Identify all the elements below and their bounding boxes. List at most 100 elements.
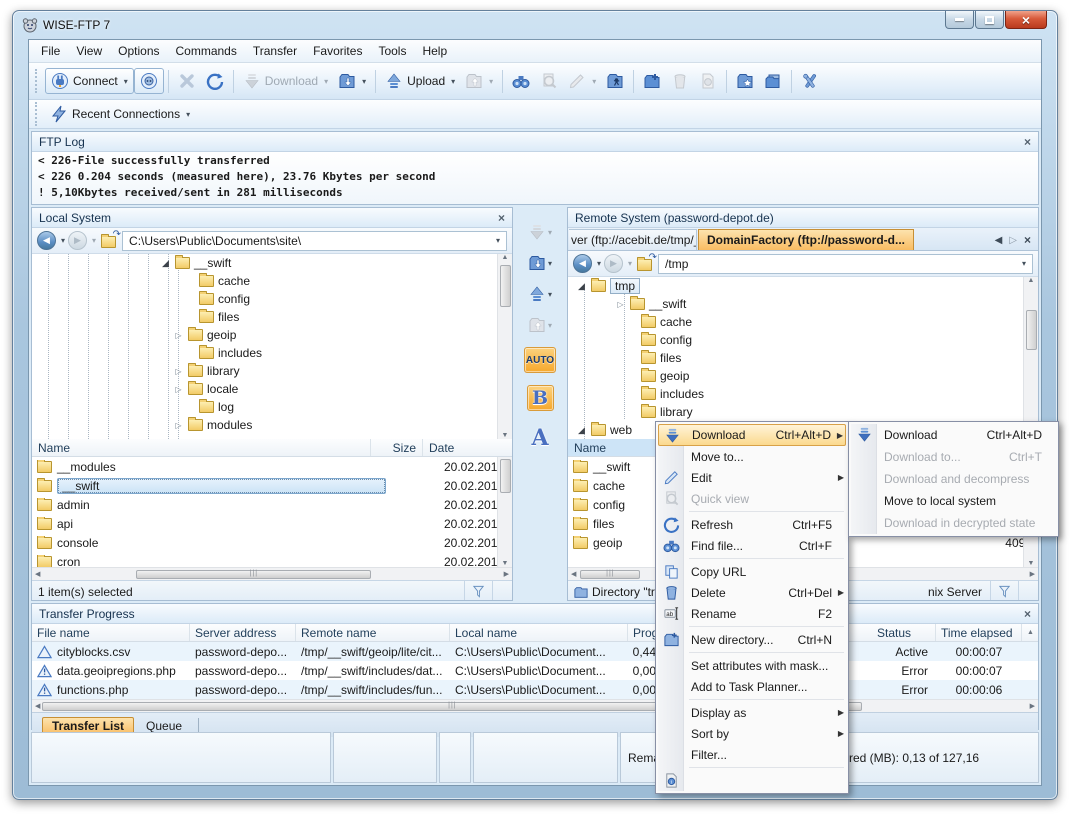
- expander-expanded-icon[interactable]: ◢: [160, 258, 171, 269]
- menu-item-properties[interactable]: i: [658, 770, 846, 791]
- menu-favorites[interactable]: Favorites: [305, 41, 370, 61]
- scroll-down-icon[interactable]: ▼: [1028, 560, 1035, 567]
- expander-collapsed-icon[interactable]: ▷: [615, 300, 626, 309]
- column-name[interactable]: Name: [32, 439, 371, 456]
- transfer-manager-button[interactable]: [759, 69, 787, 93]
- menu-item-display-as[interactable]: Display as▶: [658, 702, 846, 723]
- menu-item-add-to-task-planner[interactable]: Add to Task Planner...: [658, 676, 846, 697]
- ftp-log-body[interactable]: < 226-File successfully transferred < 22…: [32, 152, 1038, 204]
- chevron-down-icon[interactable]: ▾: [628, 259, 632, 268]
- upload-selected-button[interactable]: ▾: [528, 285, 552, 303]
- recent-connections-button[interactable]: Recent Connections▾: [45, 102, 195, 126]
- menu-item-delete[interactable]: DeleteCtrl+Del▶: [658, 582, 846, 603]
- tree-node[interactable]: config: [568, 331, 1038, 349]
- tree-node[interactable]: geoip: [568, 367, 1038, 385]
- column-date[interactable]: Date: [423, 439, 497, 456]
- menu-item-rename[interactable]: ab RenameF2: [658, 603, 846, 624]
- list-item[interactable]: __modules20.02.2011: [32, 457, 512, 476]
- list-item-selected[interactable]: __swift20.02.2011: [32, 476, 512, 495]
- ftp-log-close-icon[interactable]: ×: [1024, 135, 1031, 149]
- local-list-scrollbar[interactable]: ▼: [497, 457, 512, 567]
- find-button[interactable]: [507, 69, 535, 93]
- scroll-right-icon[interactable]: ▶: [504, 570, 509, 578]
- remote-tree[interactable]: ◢tmp ▷__swift cache config files geoip i…: [568, 277, 1038, 439]
- remote-tab-acebit[interactable]: ver (ftp://acebit.de/tmp/__s...: [569, 229, 697, 250]
- transfer-hscrollbar[interactable]: ◀▶: [32, 699, 1038, 712]
- tree-node[interactable]: ▷library: [32, 362, 512, 380]
- ascii-mode-button[interactable]: A: [531, 425, 548, 451]
- menu-item-download[interactable]: DownloadCtrl+Alt+D▶: [658, 424, 846, 446]
- scrollbar-thumb[interactable]: [500, 265, 511, 307]
- download-selected-button[interactable]: ▾: [528, 223, 552, 241]
- forward-button[interactable]: ▶: [604, 254, 623, 273]
- remote-tree-scrollbar[interactable]: ▲▼: [1023, 277, 1038, 439]
- abort-button[interactable]: [173, 69, 201, 93]
- transfer-close-icon[interactable]: ×: [1024, 607, 1031, 621]
- filter-cell[interactable]: [990, 581, 1018, 601]
- new-folder-button[interactable]: [638, 69, 666, 93]
- chevron-down-icon[interactable]: ▾: [597, 259, 601, 268]
- tree-node[interactable]: log: [32, 398, 512, 416]
- submenu-item-download-and-decompress[interactable]: Download and decompress: [851, 468, 1056, 490]
- column-time-elapsed[interactable]: Time elapsed: [936, 624, 1022, 641]
- submenu-item-move-to-local-system[interactable]: Move to local system: [851, 490, 1056, 512]
- upload-folder-button[interactable]: ▾: [460, 69, 498, 93]
- menu-tools[interactable]: Tools: [370, 41, 414, 61]
- expander-expanded-icon[interactable]: ◢: [576, 281, 587, 292]
- binary-mode-button[interactable]: B: [527, 385, 554, 411]
- scrollbar-thumb[interactable]: [1026, 310, 1037, 350]
- menu-item-set-attributes[interactable]: Set attributes with mask...: [658, 655, 846, 676]
- refresh-button[interactable]: [201, 69, 229, 93]
- menu-item-quick-view[interactable]: Quick view: [658, 488, 846, 509]
- tab-scroll-left-icon[interactable]: ◀: [995, 235, 1003, 246]
- column-file-name[interactable]: File name: [32, 624, 190, 641]
- maximize-button[interactable]: [975, 11, 1004, 29]
- scrollbar-thumb[interactable]: [500, 459, 511, 493]
- title-bar[interactable]: WISE-FTP 7 ×: [13, 11, 1057, 39]
- tab-scroll-right-icon[interactable]: ▷: [1009, 235, 1017, 246]
- menu-item-copy-url[interactable]: Copy URL: [658, 561, 846, 582]
- scroll-down-icon[interactable]: ▼: [502, 432, 509, 439]
- connect-button[interactable]: Connect▾: [45, 68, 134, 94]
- scroll-left-icon[interactable]: ◀: [35, 702, 40, 710]
- menu-item-find-file[interactable]: Find file...Ctrl+F: [658, 535, 846, 556]
- column-server-address[interactable]: Server address: [190, 624, 296, 641]
- expander-collapsed-icon[interactable]: ▷: [173, 331, 184, 340]
- settings-button[interactable]: [796, 69, 824, 93]
- transfer-row[interactable]: cityblocks.csv password-depo... /tmp/__s…: [32, 642, 1038, 661]
- menu-commands[interactable]: Commands: [168, 41, 245, 61]
- tree-node[interactable]: ▷modules: [32, 416, 512, 434]
- favorites-button[interactable]: [731, 69, 759, 93]
- list-item[interactable]: cron20.02.2011: [32, 552, 512, 567]
- parent-folder-button[interactable]: ↷: [99, 233, 119, 249]
- tree-node[interactable]: includes: [32, 344, 512, 362]
- list-item[interactable]: admin20.02.2011: [32, 495, 512, 514]
- local-path-combobox[interactable]: C:\Users\Public\Documents\site\ ▾: [122, 231, 507, 251]
- tree-node[interactable]: ◢tmp: [568, 277, 1038, 295]
- scroll-left-icon[interactable]: ◀: [571, 570, 576, 578]
- filter-cell[interactable]: [464, 581, 492, 601]
- auto-mode-button[interactable]: AUTO: [524, 347, 556, 373]
- back-button[interactable]: ◀: [37, 231, 56, 250]
- menu-item-refresh[interactable]: RefreshCtrl+F5: [658, 514, 846, 535]
- list-item[interactable]: console20.02.2011: [32, 533, 512, 552]
- scrollbar-thumb[interactable]: [136, 570, 371, 579]
- column-status[interactable]: Status: [872, 624, 936, 641]
- column-remote-name[interactable]: Remote name: [296, 624, 450, 641]
- column-local-name[interactable]: Local name: [450, 624, 628, 641]
- menu-options[interactable]: Options: [110, 41, 167, 61]
- parent-folder-button[interactable]: ↷: [635, 256, 655, 272]
- local-panel-close-icon[interactable]: ×: [498, 211, 505, 225]
- local-tree[interactable]: ◢__swift cache config files ▷geoip inclu…: [32, 254, 512, 439]
- scroll-left-icon[interactable]: ◀: [35, 570, 40, 578]
- download-button[interactable]: Download▾: [238, 69, 333, 93]
- local-list-hscrollbar[interactable]: ◀▶: [32, 567, 512, 580]
- scroll-down-icon[interactable]: ▼: [502, 560, 509, 567]
- quick-view-button[interactable]: [535, 69, 563, 93]
- menu-view[interactable]: View: [68, 41, 110, 61]
- scrollbar-thumb[interactable]: [580, 570, 640, 579]
- menu-file[interactable]: File: [33, 41, 68, 61]
- properties-button[interactable]: [694, 69, 722, 93]
- download-folder-button[interactable]: ▾: [333, 69, 371, 93]
- minimize-button[interactable]: [945, 11, 974, 29]
